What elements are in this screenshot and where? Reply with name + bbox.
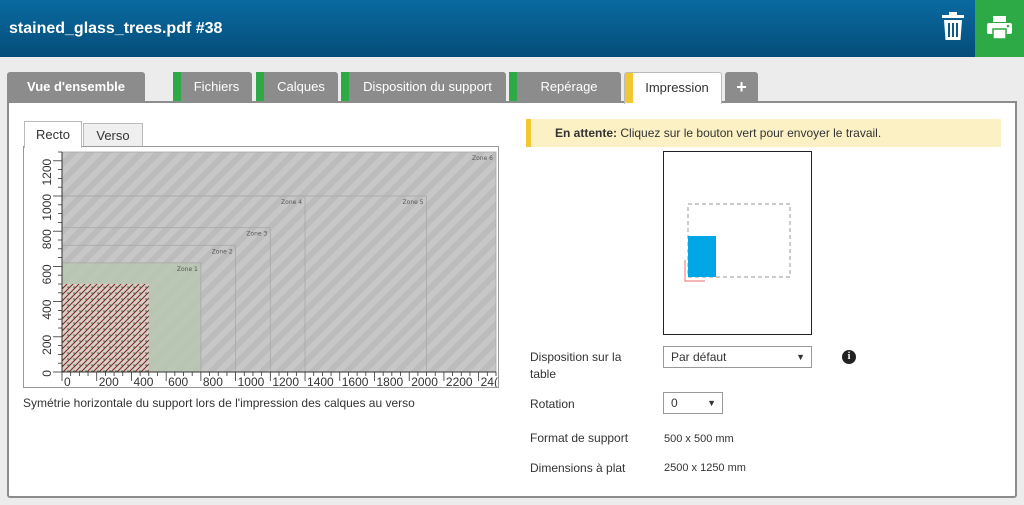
tab-bar: Vue d'ensemble Fichiers Calques Disposit… (0, 72, 1024, 104)
y-tick-label: 0 (40, 370, 54, 377)
status-bar (256, 72, 264, 102)
tab-verso-label: Verso (96, 128, 130, 143)
rotation-select[interactable]: 0 ▼ (663, 392, 723, 414)
x-tick-label: 1000 (238, 375, 265, 387)
y-tick-label: 400 (40, 299, 54, 319)
tab-registration[interactable]: Repérage (509, 72, 621, 102)
y-tick-label: 1000 (40, 194, 54, 221)
status-bar (173, 72, 181, 102)
tab-print[interactable]: Impression (624, 72, 722, 104)
status-label: En attente: (555, 126, 618, 140)
y-tick-label: 200 (40, 334, 54, 354)
zone-label: Zone 2 (212, 248, 233, 255)
job-title: stained_glass_trees.pdf #38 (9, 20, 223, 37)
x-tick-label: 600 (168, 375, 188, 387)
zone-label: Zone 6 (472, 155, 493, 162)
dims-value: 2500 x 1250 mm (664, 462, 746, 474)
media-preview-chart: Zone 6 Zone 5 Zone 4 Zone 3 Zone 2 Zone 1 0 20… (23, 146, 499, 389)
table-preview-svg (684, 203, 791, 282)
x-tick-label: 800 (203, 375, 223, 387)
x-tick-label: 2000 (411, 375, 438, 387)
layout-value: Par défaut (671, 350, 727, 364)
tab-verso[interactable]: Verso (83, 123, 143, 147)
tab-recto-label: Recto (36, 127, 70, 142)
app-header: stained_glass_trees.pdf #38 (0, 0, 1024, 57)
layout-label: Disposition sur la table (530, 350, 622, 381)
tab-recto[interactable]: Recto (24, 121, 82, 148)
x-tick-label: 0 (64, 375, 71, 387)
status-message: Cliquez sur le bouton vert pour envoyer … (620, 126, 882, 140)
x-tick-label: 1800 (376, 375, 403, 387)
media-block (688, 236, 716, 277)
zone-label: Zone 5 (403, 199, 424, 206)
add-tab-button[interactable]: + (725, 72, 758, 102)
dims-label: Dimensions à plat (530, 461, 626, 475)
layout-select[interactable]: Par défaut ▼ (663, 346, 812, 368)
tab-media-layout[interactable]: Disposition du support (341, 72, 506, 102)
tab-overview[interactable]: Vue d'ensemble (7, 72, 145, 102)
tab-overview-label: Vue d'ensemble (27, 79, 125, 94)
x-tick-label: 200 (99, 375, 119, 387)
zone-label: Zone 1 (177, 266, 198, 273)
status-banner: En attente: Cliquez sur le bouton vert p… (526, 119, 1001, 147)
tab-files-label: Fichiers (193, 79, 240, 94)
info-icon[interactable]: i (842, 350, 856, 364)
printer-icon (987, 16, 1012, 40)
media-artwork (62, 284, 149, 372)
y-tick-label: 800 (40, 229, 54, 249)
zone-label: Zone 3 (246, 231, 267, 238)
chevron-down-icon: ▼ (707, 398, 716, 408)
table-preview (663, 151, 812, 335)
x-tick-label: 24( (481, 375, 498, 387)
x-tick-label: 2200 (446, 375, 473, 387)
x-tick-label: 400 (133, 375, 153, 387)
plus-icon: + (736, 77, 747, 97)
format-value: 500 x 500 mm (664, 433, 734, 445)
tab-files[interactable]: Fichiers (173, 72, 252, 102)
status-bar (341, 72, 349, 102)
x-tick-label: 1200 (272, 375, 299, 387)
print-button[interactable] (975, 0, 1024, 57)
tab-layers-label: Calques (277, 79, 325, 94)
chart-svg: Zone 6 Zone 5 Zone 4 Zone 3 Zone 2 Zone 1 0 20… (40, 151, 498, 389)
y-tick-label: 1200 (40, 158, 54, 185)
x-tick-label: 1600 (342, 375, 369, 387)
trash-icon[interactable] (940, 12, 966, 42)
zone-label: Zone 4 (281, 199, 302, 206)
y-tick-label: 600 (40, 264, 54, 284)
tab-print-label: Impression (645, 80, 709, 95)
mirror-note: Symétrie horizontale du support lors de … (23, 396, 415, 410)
rotation-value: 0 (671, 396, 678, 410)
tab-media-layout-label: Disposition du support (363, 79, 492, 94)
chevron-down-icon: ▼ (796, 352, 805, 362)
tab-layers[interactable]: Calques (256, 72, 338, 102)
format-label: Format de support (530, 431, 629, 445)
status-bar (509, 72, 517, 102)
status-bar (625, 73, 633, 103)
tab-registration-label: Repérage (540, 79, 598, 94)
x-tick-label: 1400 (307, 375, 334, 387)
rotation-label: Rotation (530, 397, 575, 411)
